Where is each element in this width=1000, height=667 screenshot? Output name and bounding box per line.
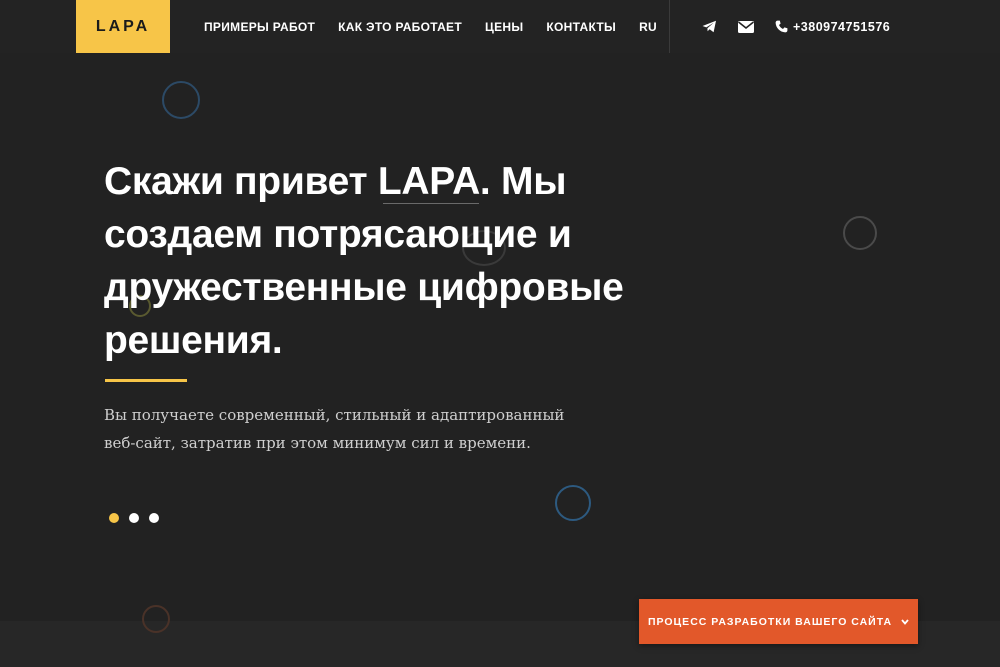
dev-process-button[interactable]: ПРОЦЕСС РАЗРАБОТКИ ВАШЕГО САЙТА bbox=[639, 599, 918, 644]
main-nav: ПРИМЕРЫ РАБОТ КАК ЭТО РАБОТАЕТ ЦЕНЫ КОНТ… bbox=[204, 0, 680, 53]
chevron-down-icon bbox=[901, 618, 909, 625]
header: LAPA ПРИМЕРЫ РАБОТ КАК ЭТО РАБОТАЕТ ЦЕНЫ… bbox=[0, 0, 1000, 53]
phone-icon bbox=[775, 20, 788, 33]
dev-process-label: ПРОЦЕСС РАЗРАБОТКИ ВАШЕГО САЙТА bbox=[647, 615, 893, 628]
slider-dot-1[interactable] bbox=[109, 513, 119, 523]
title-underline bbox=[383, 203, 479, 204]
envelope-icon[interactable] bbox=[738, 20, 754, 33]
slider-dot-2[interactable] bbox=[129, 513, 139, 523]
accent-bar bbox=[105, 379, 187, 382]
phone-number: +380974751576 bbox=[793, 19, 891, 34]
phone-link[interactable]: +380974751576 bbox=[775, 20, 890, 34]
decor-circle-blue-bottom bbox=[555, 485, 591, 521]
decor-circle-blue-top bbox=[162, 81, 200, 119]
nav-item-contacts[interactable]: КОНТАКТЫ bbox=[546, 20, 616, 34]
hero-title: Скажи привет LAPA. Мы создаем потрясающи… bbox=[104, 160, 624, 362]
nav-item-portfolio[interactable]: ПРИМЕРЫ РАБОТ bbox=[204, 20, 315, 34]
nav-item-prices[interactable]: ЦЕНЫ bbox=[485, 20, 523, 34]
decor-circle-gray-right bbox=[843, 216, 877, 250]
hero-subtitle: Вы получаете современный, стильный и ада… bbox=[104, 406, 565, 452]
decor-circle-brown-bottom bbox=[142, 605, 170, 633]
slider-dots bbox=[109, 513, 169, 523]
header-contacts: +380974751576 bbox=[702, 0, 890, 53]
telegram-icon[interactable] bbox=[702, 20, 717, 33]
header-divider bbox=[669, 0, 670, 53]
slider-dot-3[interactable] bbox=[149, 513, 159, 523]
nav-item-how-it-works[interactable]: КАК ЭТО РАБОТАЕТ bbox=[338, 20, 462, 34]
logo[interactable]: LAPA bbox=[76, 0, 170, 53]
language-switch[interactable]: RU bbox=[639, 20, 657, 34]
